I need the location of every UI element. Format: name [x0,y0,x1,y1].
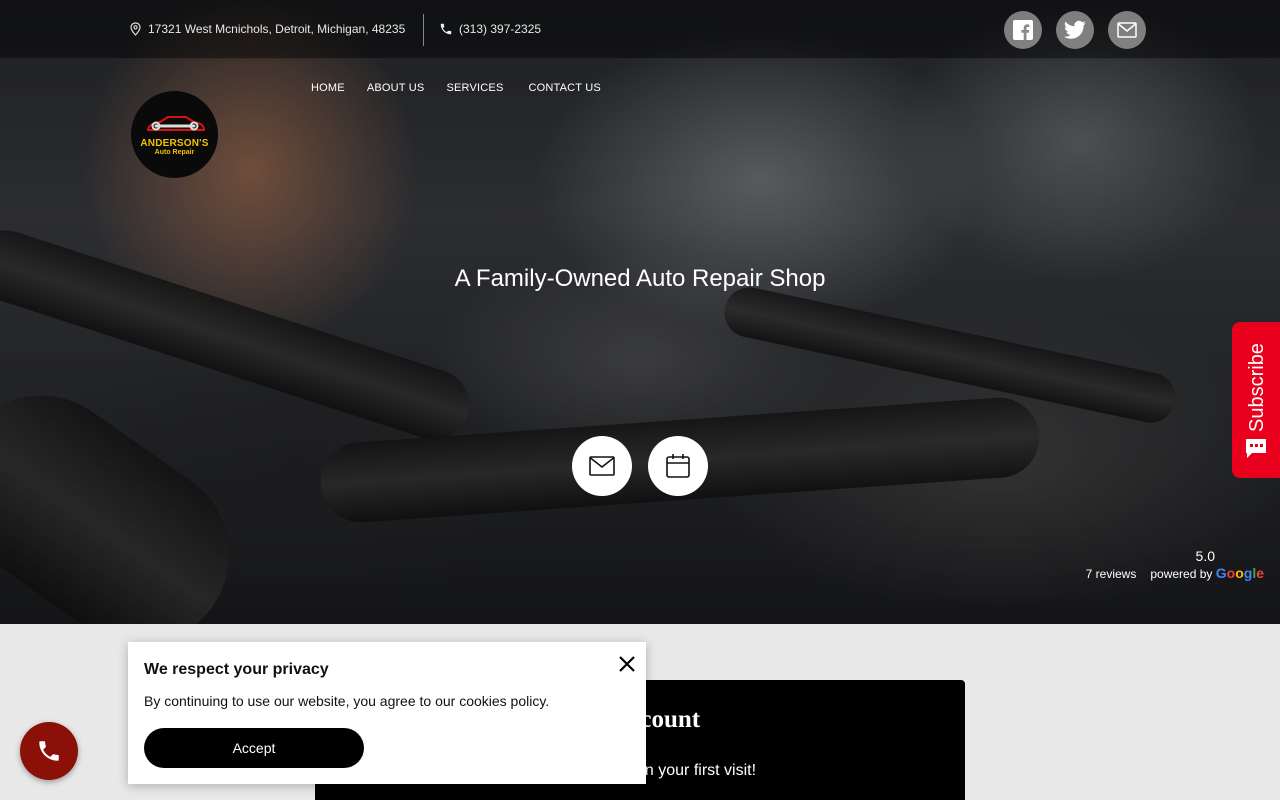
top-bar: 17321 West Mcnichols, Detroit, Michigan,… [0,0,1280,59]
nav-about-us[interactable]: ABOUT US [367,82,425,94]
cookie-banner: We respect your privacy By continuing to… [128,642,646,784]
review-count: 7 reviews [1085,567,1137,581]
calendar-icon [666,454,690,478]
mail-icon [1117,22,1137,38]
mail-icon [589,456,615,476]
main-nav: HOME ABOUT US SERVICES CONTACT US [311,82,601,94]
nav-contact-us[interactable]: CONTACT US [528,82,601,94]
phone-icon [440,23,452,35]
facebook-button[interactable] [1004,11,1042,49]
phone-item[interactable]: (313) 397-2325 [439,22,541,36]
google-logo: Google [1215,565,1264,581]
email-us-button[interactable] [572,436,632,496]
hero-overlay [0,0,1280,624]
hero-section: 17321 West Mcnichols, Detroit, Michigan,… [0,0,1280,624]
nav-services[interactable]: SERVICES [446,82,503,94]
car-wrench-icon [146,115,205,131]
rating-score: 5.0 [1195,548,1215,564]
subscribe-tab[interactable]: Subscribe [1232,322,1280,478]
cookie-title: We respect your privacy [144,661,329,678]
logo-subtitle: Auto Repair [154,148,195,156]
accept-cookies-button[interactable]: Accept [144,728,364,768]
brand-logo[interactable]: ANDERSON'S Auto Repair [131,91,218,178]
address-item[interactable]: 17321 West Mcnichols, Detroit, Michigan,… [129,22,405,36]
phone-text: (313) 397-2325 [459,22,542,36]
twitter-icon [1064,20,1086,39]
facebook-icon [1013,20,1033,40]
nav-home[interactable]: HOME [311,82,345,94]
topbar-divider [423,14,424,46]
hero-title: A Family-Owned Auto Repair Shop [454,265,826,292]
book-appointment-button[interactable] [648,436,708,496]
cookie-text: By continuing to use our website, you ag… [144,693,550,709]
location-pin-icon [130,22,141,36]
logo-name: ANDERSON'S [140,137,209,149]
chat-bubble-icon [1246,439,1266,458]
close-icon[interactable] [617,654,637,674]
address-text: 17321 West Mcnichols, Detroit, Michigan,… [148,22,406,36]
powered-by-label: powered by [1150,567,1213,581]
email-button[interactable] [1108,11,1146,49]
subscribe-label: Subscribe [1246,343,1268,432]
call-button[interactable] [20,722,78,780]
twitter-button[interactable] [1056,11,1094,49]
phone-icon [39,741,59,761]
